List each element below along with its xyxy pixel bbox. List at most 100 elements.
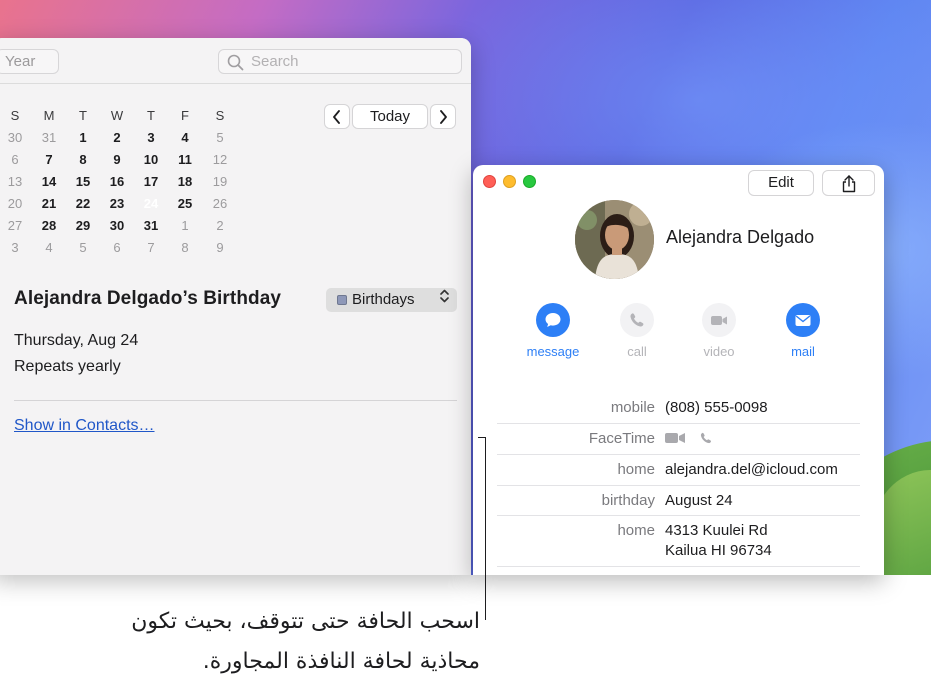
call-label: call	[627, 344, 647, 359]
facetime-audio-icon[interactable]	[699, 431, 713, 445]
search-field[interactable]: Search	[218, 49, 462, 74]
day-number: 15	[75, 174, 91, 189]
phone-icon	[620, 303, 654, 337]
day-cell[interactable]: 22	[66, 193, 100, 215]
day-cell[interactable]: 16	[100, 171, 134, 193]
day-number: 29	[75, 218, 91, 233]
day-cell[interactable]: 13	[0, 171, 32, 193]
contact-name: Alejandra Delgado	[666, 227, 815, 247]
birthday-value[interactable]: August 24	[665, 492, 733, 509]
day-cell[interactable]: 7	[32, 149, 66, 171]
day-cell[interactable]: 9	[203, 237, 237, 259]
day-cell[interactable]: 23	[100, 193, 134, 215]
day-cell[interactable]: 6	[0, 149, 32, 171]
day-cell[interactable]: 6	[100, 237, 134, 259]
edit-button[interactable]: Edit	[748, 170, 814, 196]
day-number: 18	[177, 174, 193, 189]
day-number: 4	[45, 240, 53, 255]
address-line2[interactable]: Kailua HI 96734	[665, 542, 772, 559]
next-month-button[interactable]	[430, 104, 456, 129]
year-view-button[interactable]: Year	[0, 49, 59, 74]
message-action[interactable]: message	[521, 303, 585, 359]
day-cell[interactable]: 3	[0, 237, 32, 259]
mail-icon	[786, 303, 820, 337]
mobile-value[interactable]: (808) 555-0098	[665, 399, 768, 416]
day-cell[interactable]: 11	[168, 149, 202, 171]
day-cell[interactable]: 14	[32, 171, 66, 193]
day-number: 13	[7, 174, 23, 189]
search-placeholder: Search	[251, 53, 299, 70]
show-in-contacts-link[interactable]: Show in Contacts…	[14, 417, 155, 435]
day-cell[interactable]: 31	[32, 127, 66, 149]
day-cell[interactable]: 12	[203, 149, 237, 171]
previous-month-button[interactable]	[324, 104, 350, 129]
facetime-video-icon[interactable]	[665, 431, 687, 445]
selected-day[interactable]: 24	[134, 192, 168, 216]
mail-action[interactable]: mail	[771, 303, 835, 359]
day-cell[interactable]: 25	[168, 193, 202, 215]
event-title[interactable]: Alejandra Delgado’s Birthday	[14, 288, 281, 310]
day-cell[interactable]: 20	[0, 193, 32, 215]
day-cell[interactable]: 1	[66, 127, 100, 149]
callout-text: اسحب الحافة حتى تتوقف، بحيث تكون محاذية …	[60, 602, 480, 682]
day-cell[interactable]: 19	[203, 171, 237, 193]
address-line1[interactable]: 4313 Kuulei Rd	[665, 522, 768, 539]
day-cell[interactable]: 3	[134, 127, 168, 149]
day-cell[interactable]: 17	[134, 171, 168, 193]
day-cell[interactable]: 2	[203, 215, 237, 237]
day-number: 7	[45, 152, 53, 167]
day-cell[interactable]: 10	[134, 149, 168, 171]
day-cell[interactable]: 1	[168, 215, 202, 237]
day-cell[interactable]: 4	[32, 237, 66, 259]
day-number: 31	[41, 130, 57, 145]
day-number: 27	[7, 218, 23, 233]
message-label: message	[526, 344, 580, 359]
day-cell[interactable]: 2	[100, 127, 134, 149]
day-cell[interactable]: 27	[0, 215, 32, 237]
day-cell[interactable]: 8	[66, 149, 100, 171]
day-number: 12	[212, 152, 228, 167]
callout-line-1: اسحب الحافة حتى تتوقف، بحيث تكون	[131, 609, 480, 634]
day-cell[interactable]: 30	[0, 127, 32, 149]
day-number: 6	[113, 240, 121, 255]
email-value[interactable]: alejandra.del@icloud.com	[665, 461, 838, 478]
day-cell[interactable]: 5	[66, 237, 100, 259]
day-number: 7	[147, 240, 155, 255]
contact-photo	[575, 200, 654, 279]
day-number: 17	[143, 174, 159, 189]
day-cell[interactable]: 31	[134, 215, 168, 237]
birthday-label: birthday	[601, 492, 655, 509]
day-cell[interactable]: 5	[203, 127, 237, 149]
callout-line-2: محاذية لحافة النافذة المجاورة.	[202, 649, 480, 674]
mobile-label: mobile	[610, 399, 655, 416]
day-cell[interactable]: 18	[168, 171, 202, 193]
day-number: 20	[7, 196, 23, 211]
day-cell[interactable]: 28	[32, 215, 66, 237]
zoom-window-button[interactable]	[523, 175, 536, 188]
day-cell[interactable]: 4	[168, 127, 202, 149]
share-button[interactable]	[822, 170, 875, 196]
calendar-select[interactable]: Birthdays	[326, 288, 457, 312]
day-cell[interactable]: 15	[66, 171, 100, 193]
day-number: 30	[109, 218, 125, 233]
day-cell[interactable]: 21	[32, 193, 66, 215]
day-number: 5	[216, 130, 224, 145]
day-number: 25	[177, 196, 193, 211]
day-number: 28	[41, 218, 57, 233]
call-action[interactable]: call	[605, 303, 669, 359]
day-cell[interactable]: 7	[134, 237, 168, 259]
close-window-button[interactable]	[483, 175, 496, 188]
day-cell[interactable]: 8	[168, 237, 202, 259]
chevron-left-icon	[333, 110, 340, 124]
day-cell[interactable]: 26	[203, 193, 237, 215]
day-cell[interactable]: 9	[100, 149, 134, 171]
today-button[interactable]: Today	[352, 104, 428, 129]
video-action[interactable]: video	[687, 303, 751, 359]
share-icon	[842, 175, 856, 193]
address-row: home 4313 Kuulei Rd Kailua HI 96734	[497, 516, 860, 567]
day-cell[interactable]: 30	[100, 215, 134, 237]
minimize-window-button[interactable]	[503, 175, 516, 188]
day-cell[interactable]: 29	[66, 215, 100, 237]
week-row: 27 28 29 30 31 1 2	[6, 215, 246, 237]
day-number: 30	[7, 130, 23, 145]
